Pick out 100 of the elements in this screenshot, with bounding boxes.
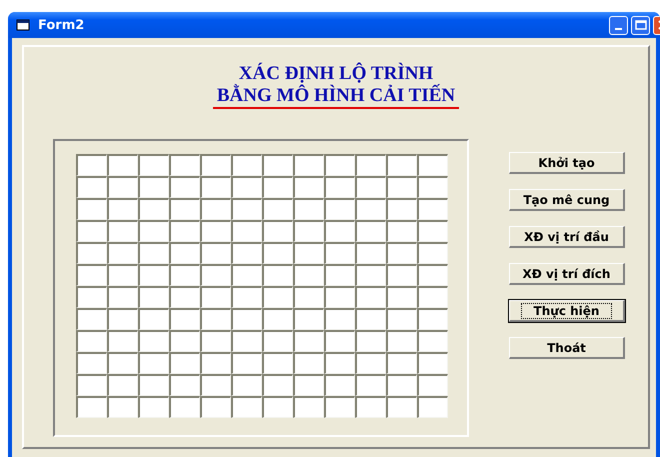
grid-cell[interactable]	[169, 220, 200, 242]
grid-cell[interactable]	[138, 154, 169, 176]
grid-cell[interactable]	[107, 396, 138, 418]
command-button[interactable]: XĐ vị trí đích	[509, 263, 625, 285]
grid-cell[interactable]	[386, 352, 417, 374]
grid-cell[interactable]	[355, 154, 386, 176]
grid-cell[interactable]	[293, 176, 324, 198]
grid-cell[interactable]	[231, 220, 262, 242]
grid-cell[interactable]	[169, 264, 200, 286]
grid-cell[interactable]	[169, 308, 200, 330]
grid-cell[interactable]	[200, 308, 231, 330]
grid-cell[interactable]	[169, 154, 200, 176]
grid-cell[interactable]	[107, 264, 138, 286]
grid-cell[interactable]	[386, 330, 417, 352]
grid-cell[interactable]	[417, 286, 448, 308]
grid-cell[interactable]	[386, 154, 417, 176]
grid-cell[interactable]	[417, 352, 448, 374]
grid-cell[interactable]	[107, 220, 138, 242]
grid-cell[interactable]	[386, 176, 417, 198]
grid-cell[interactable]	[76, 330, 107, 352]
grid-cell[interactable]	[355, 308, 386, 330]
grid-cell[interactable]	[200, 154, 231, 176]
maximize-button[interactable]	[631, 16, 650, 34]
grid-cell[interactable]	[417, 242, 448, 264]
grid-cell[interactable]	[262, 308, 293, 330]
grid-cell[interactable]	[107, 374, 138, 396]
grid-cell[interactable]	[107, 330, 138, 352]
grid-cell[interactable]	[417, 330, 448, 352]
grid-cell[interactable]	[231, 396, 262, 418]
grid-cell[interactable]	[107, 352, 138, 374]
grid-cell[interactable]	[293, 396, 324, 418]
grid-cell[interactable]	[76, 198, 107, 220]
grid-cell[interactable]	[76, 154, 107, 176]
grid-cell[interactable]	[138, 176, 169, 198]
grid-cell[interactable]	[138, 330, 169, 352]
grid-cell[interactable]	[355, 198, 386, 220]
grid-cell[interactable]	[107, 198, 138, 220]
grid-cell[interactable]	[324, 154, 355, 176]
grid-cell[interactable]	[138, 198, 169, 220]
grid-cell[interactable]	[200, 330, 231, 352]
grid-cell[interactable]	[107, 242, 138, 264]
grid-cell[interactable]	[324, 264, 355, 286]
grid-cell[interactable]	[169, 330, 200, 352]
grid-cell[interactable]	[76, 286, 107, 308]
grid-cell[interactable]	[200, 286, 231, 308]
grid-cell[interactable]	[262, 220, 293, 242]
grid-cell[interactable]	[293, 154, 324, 176]
grid-cell[interactable]	[386, 374, 417, 396]
grid-cell[interactable]	[231, 330, 262, 352]
grid-cell[interactable]	[200, 264, 231, 286]
grid-cell[interactable]	[262, 264, 293, 286]
grid-cell[interactable]	[417, 308, 448, 330]
grid-cell[interactable]	[262, 242, 293, 264]
grid-cell[interactable]	[293, 352, 324, 374]
grid-cell[interactable]	[107, 154, 138, 176]
grid-cell[interactable]	[231, 308, 262, 330]
grid-cell[interactable]	[138, 374, 169, 396]
grid-cell[interactable]	[355, 330, 386, 352]
grid-cell[interactable]	[386, 308, 417, 330]
grid-cell[interactable]	[417, 396, 448, 418]
grid-cell[interactable]	[293, 286, 324, 308]
grid-cell[interactable]	[293, 242, 324, 264]
grid-cell[interactable]	[138, 286, 169, 308]
grid-cell[interactable]	[262, 176, 293, 198]
grid-cell[interactable]	[138, 264, 169, 286]
grid-cell[interactable]	[262, 374, 293, 396]
grid-cell[interactable]	[386, 264, 417, 286]
grid-cell[interactable]	[200, 176, 231, 198]
grid-cell[interactable]	[169, 352, 200, 374]
grid-cell[interactable]	[324, 220, 355, 242]
grid-cell[interactable]	[231, 264, 262, 286]
grid-cell[interactable]	[169, 374, 200, 396]
command-button[interactable]: Khởi tạo	[509, 152, 625, 174]
grid-cell[interactable]	[231, 176, 262, 198]
grid-cell[interactable]	[386, 198, 417, 220]
grid-cell[interactable]	[107, 176, 138, 198]
grid-cell[interactable]	[417, 220, 448, 242]
grid-cell[interactable]	[355, 242, 386, 264]
grid-cell[interactable]	[76, 352, 107, 374]
grid-cell[interactable]	[417, 374, 448, 396]
grid-cell[interactable]	[76, 396, 107, 418]
grid-cell[interactable]	[355, 220, 386, 242]
grid-cell[interactable]	[169, 286, 200, 308]
grid-cell[interactable]	[231, 352, 262, 374]
grid-cell[interactable]	[169, 242, 200, 264]
grid-cell[interactable]	[138, 242, 169, 264]
grid-cell[interactable]	[386, 220, 417, 242]
grid-cell[interactable]	[355, 396, 386, 418]
grid-cell[interactable]	[386, 286, 417, 308]
grid-cell[interactable]	[200, 220, 231, 242]
grid-cell[interactable]	[262, 330, 293, 352]
grid-cell[interactable]	[76, 242, 107, 264]
grid-cell[interactable]	[262, 286, 293, 308]
grid-cell[interactable]	[262, 352, 293, 374]
grid-cell[interactable]	[417, 154, 448, 176]
grid-cell[interactable]	[76, 220, 107, 242]
grid-cell[interactable]	[200, 352, 231, 374]
grid-cell[interactable]	[138, 308, 169, 330]
grid-cell[interactable]	[293, 264, 324, 286]
grid-cell[interactable]	[293, 330, 324, 352]
